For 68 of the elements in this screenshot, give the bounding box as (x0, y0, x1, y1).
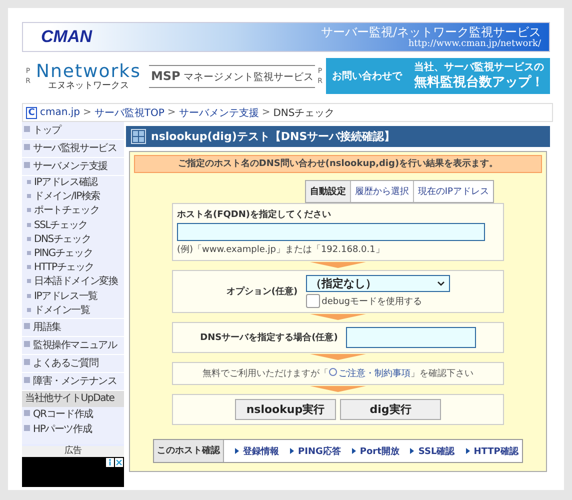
sidebar-item[interactable]: 日本語ドメイン変換 (22, 275, 124, 290)
field-label: DNSサーバを指定する場合(任意) (200, 331, 338, 344)
sidebar-heading: 当社他サイトUpDate (22, 390, 124, 407)
breadcrumb-link[interactable]: cman.jp (40, 107, 80, 118)
panel-title: nslookup(dig)テスト【DNSサーバ接続確認】 (151, 129, 396, 144)
run-button[interactable]: nslookup実行 (235, 399, 336, 420)
brand-subtitle: エヌネットワークス (46, 80, 130, 90)
breadcrumb-link[interactable]: サーバ監視TOP (94, 106, 164, 120)
dropdown[interactable]: （指定なし） (306, 275, 450, 292)
checkbox-label: debugモードを使用する (322, 296, 422, 308)
sidebar-item[interactable]: HPパーツ作成 (22, 422, 124, 437)
sidebar-item[interactable]: 障害・メンテナンス (22, 372, 124, 391)
field-label: オプション(任意) (226, 285, 298, 298)
terms-link[interactable]: ご注意・制約事項 (328, 369, 410, 379)
breadcrumb-link[interactable]: サーバメンテ支援 (178, 106, 259, 120)
sidebar-item[interactable]: 監視操作マニュアル (22, 336, 124, 355)
sidebar-item[interactable]: よくあるご質問 (22, 354, 124, 373)
sidebar-item[interactable]: QRコード作成 (22, 406, 124, 422)
promo-text: お問い合わせで (332, 70, 402, 83)
promo-headline: 無料監視台数アップ！ (414, 74, 544, 91)
sidebar-item[interactable]: ポートチェック (22, 204, 124, 219)
host-check-link[interactable]: HTTP確認 (466, 444, 518, 458)
sidebar-item[interactable]: ドメイン一覧 (22, 304, 124, 318)
sidebar-item[interactable]: サーバメンテ支援 (22, 158, 124, 176)
tab[interactable]: 現在のIPアドレス (412, 181, 493, 202)
sidebar-item[interactable]: DNSチェック (22, 232, 124, 247)
msp-logo: MSP (150, 68, 180, 82)
tab[interactable]: 自動設定 (306, 181, 350, 202)
terms-text: 無料でご利用いただけますが「 ご注意・制約事項」を確認下さい (202, 367, 474, 380)
breadcrumb-separator: > (262, 107, 270, 118)
host-check-link[interactable]: SSL確認 (410, 444, 455, 458)
sidebar-item[interactable]: IPアドレス確認 (22, 176, 124, 190)
hint-text: (例)「www.example.jp」または「192.168.0.1」 (177, 244, 386, 256)
field-label: ホスト名(FQDN)を指定してください (177, 208, 332, 221)
banner-url: http://www.cman.jp/network/ (408, 38, 541, 50)
host-check-link[interactable]: 登録情報 (235, 444, 279, 458)
sidebar-item[interactable]: ドメイン/IP検索 (22, 190, 124, 204)
breadcrumb-separator: > (83, 107, 92, 118)
sidebar-item[interactable]: IPアドレス一覧 (22, 290, 124, 304)
ad-label: 広告 (22, 446, 124, 457)
breadcrumb-separator: > (167, 107, 176, 118)
close-icon[interactable] (115, 458, 123, 467)
banner-tagline: サーバー監視/ネットワーク監視サービス (320, 24, 541, 38)
notice-banner: ご指定のホスト名のDNS問い合わせ(nslookup,dig)を行い結果を表示ます。 (134, 155, 542, 173)
run-button[interactable]: dig実行 (340, 399, 441, 420)
checkbox[interactable] (306, 294, 320, 308)
sidebar-item[interactable]: HTTPチェック (22, 261, 124, 276)
host-check-label: このホスト確認 (154, 440, 224, 462)
promo-text: 当社、サーバ監視サービスの (414, 61, 544, 74)
grid-icon (131, 129, 146, 144)
sidebar-item[interactable]: 用語集 (22, 318, 124, 337)
brand-logo: Nnetworks (36, 62, 141, 80)
site-icon: C (26, 106, 37, 118)
sidebar-item[interactable]: サーバ監視サービス (22, 140, 124, 158)
input-field[interactable] (177, 223, 485, 241)
site-logo[interactable]: CMAN (41, 27, 92, 47)
tab[interactable]: 履歴から選択 (350, 181, 413, 202)
host-check-link[interactable]: PING応答 (290, 444, 341, 458)
sidebar-item[interactable]: SSLチェック (22, 218, 124, 233)
sidebar-item[interactable]: PINGチェック (22, 246, 124, 262)
input-field[interactable] (346, 327, 476, 348)
chevron-icon (436, 281, 445, 286)
host-check-link[interactable]: Port開放 (352, 444, 400, 458)
info-icon[interactable] (106, 458, 114, 467)
ad-banner[interactable]: MSP マネージメント監視サービス (148, 64, 316, 88)
ad-banner[interactable]: Nnetworks エヌネットワークス (34, 62, 143, 90)
msp-subtitle: マネージメント監視サービス (183, 70, 314, 84)
sidebar-item[interactable]: トップ (22, 122, 124, 140)
